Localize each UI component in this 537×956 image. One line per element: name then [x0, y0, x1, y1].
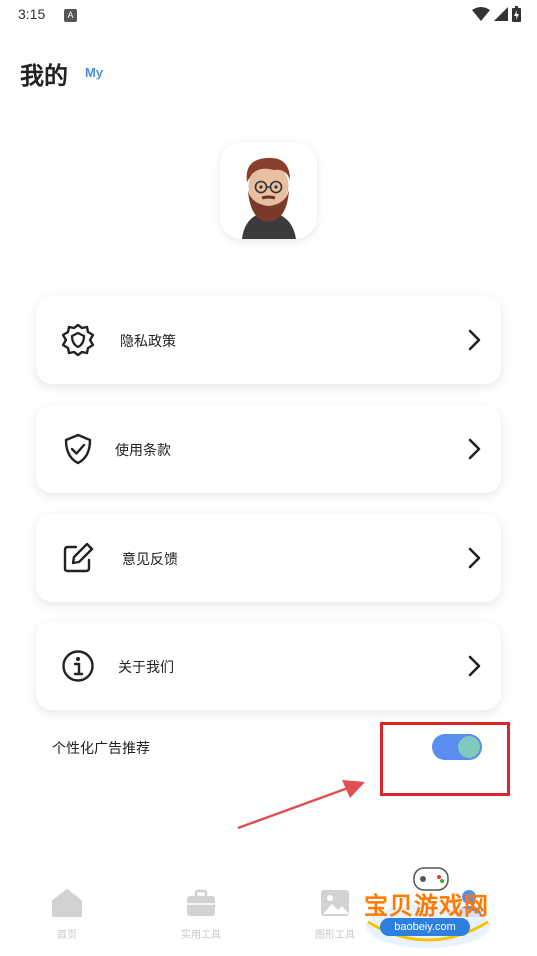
chevron-right-icon	[468, 655, 481, 677]
menu-item-terms[interactable]: 使用条款	[36, 405, 501, 493]
home-icon	[52, 889, 82, 917]
avatar-image	[220, 142, 317, 239]
chevron-right-icon	[468, 438, 481, 460]
status-icons	[472, 6, 521, 22]
toolbox-icon	[187, 889, 215, 916]
ad-toggle-label: 个性化广告推荐	[52, 741, 150, 757]
menu-item-label: 意见反馈	[122, 552, 178, 568]
tab-home[interactable]: 首页	[22, 888, 112, 941]
shield-check-icon	[64, 433, 92, 465]
page-title: 我的	[20, 62, 68, 90]
menu-item-feedback[interactable]: 意见反馈	[36, 514, 501, 602]
status-time: 3:15	[18, 6, 46, 22]
annotation-arrow	[237, 780, 365, 830]
tab-label: 首页	[57, 930, 77, 941]
chevron-right-icon	[468, 547, 481, 569]
page-subtitle: My	[85, 65, 104, 80]
watermark: 宝贝游戏网 baobeiy.com	[362, 862, 512, 952]
image-icon	[321, 890, 349, 916]
watermark-url: baobeiy.com	[380, 918, 470, 936]
tab-label: 实用工具	[181, 930, 221, 941]
watermark-text: 宝贝游戏网	[364, 892, 489, 920]
battery-icon	[512, 6, 521, 22]
signal-icon	[494, 7, 508, 21]
edit-icon	[63, 542, 94, 573]
highlight-box	[380, 722, 510, 796]
menu-item-label: 使用条款	[115, 443, 171, 459]
chevron-right-icon	[468, 329, 481, 351]
menu-item-label: 关于我们	[118, 660, 174, 676]
status-bar: 3:15 A	[0, 0, 537, 32]
gear-shield-icon	[61, 323, 95, 357]
tab-tools[interactable]: 实用工具	[156, 888, 246, 941]
menu-item-about[interactable]: 关于我们	[36, 622, 501, 710]
avatar	[220, 142, 317, 239]
wifi-icon	[472, 7, 490, 21]
menu-item-label: 隐私政策	[120, 334, 176, 350]
menu-item-privacy[interactable]: 隐私政策	[36, 296, 501, 384]
notification-badge: A	[64, 9, 77, 22]
info-icon	[62, 650, 94, 682]
